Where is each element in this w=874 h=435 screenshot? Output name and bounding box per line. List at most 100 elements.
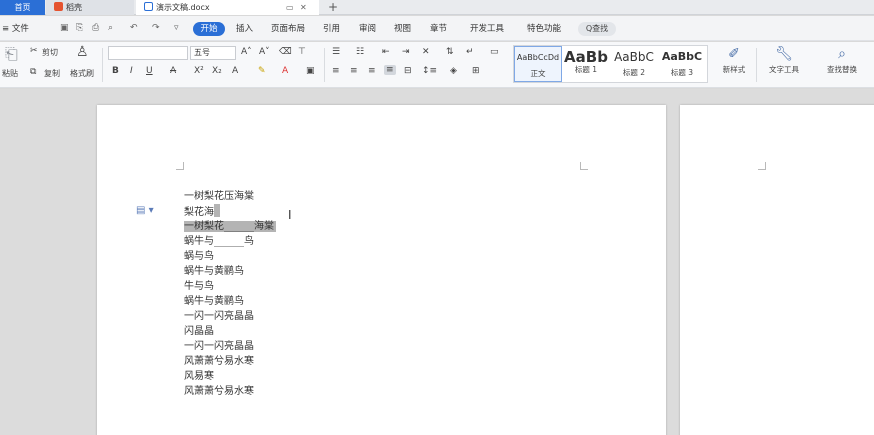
redo-icon[interactable]: ↷ — [152, 22, 160, 35]
doc-line: 蜗牛与______鸟 — [184, 236, 254, 247]
style-gallery: AaBbCcDd 正文 AaBb 标题 1 AaBbC 标题 2 AaBbC 标… — [513, 45, 708, 83]
tab-home[interactable]: 首页 — [0, 0, 45, 15]
tab-daoke[interactable]: 稻壳 — [46, 0, 134, 15]
chinese-layout-icon[interactable]: ✕ — [422, 47, 430, 57]
align-center-icon[interactable]: ≡ — [350, 66, 358, 76]
subscript-icon[interactable]: X₂ — [212, 66, 222, 76]
tab-document[interactable]: 演示文稿.docx ▭ ✕ — [136, 0, 319, 15]
font-name-select[interactable] — [108, 46, 188, 60]
text-effect-icon[interactable]: A — [232, 66, 238, 76]
undo-icon[interactable]: ↶ — [130, 22, 138, 35]
paragraph-handle-icon[interactable]: ▤ ▾ — [136, 205, 154, 216]
bold-icon[interactable]: B — [112, 66, 119, 76]
find-replace-button[interactable]: ⌕ 查找替换 — [818, 44, 866, 75]
tab-strip: 首页 稻壳 演示文稿.docx ▭ ✕ + — [0, 0, 874, 15]
style-heading-2-sample: AaBbC — [614, 50, 654, 64]
italic-icon[interactable]: I — [130, 66, 133, 76]
doc-line: 一闪一闪亮晶晶 — [184, 311, 254, 322]
justify-icon[interactable]: ≡ — [384, 65, 396, 75]
menu-review[interactable]: 审阅 — [359, 22, 376, 36]
print-icon[interactable]: ⎙ — [92, 22, 99, 35]
new-style-label: 新样式 — [722, 65, 746, 74]
show-marks-icon[interactable]: ↵ — [466, 47, 474, 57]
font-color-icon[interactable]: A — [282, 66, 288, 76]
menu-insert[interactable]: 插入 — [236, 22, 253, 36]
doc-line: 一闪一闪亮晶晶 — [184, 341, 254, 352]
margin-mark — [580, 162, 588, 170]
line-spacing-icon[interactable]: ↕≡ — [422, 66, 437, 76]
export-icon[interactable]: ⎘ — [76, 22, 83, 35]
margin-mark — [176, 162, 184, 170]
font-size-select[interactable]: 五号 — [190, 46, 236, 60]
menu-developer[interactable]: 开发工具 — [470, 22, 504, 36]
style-heading-1[interactable]: AaBb 标题 1 — [562, 46, 610, 82]
menu-view[interactable]: 视图 — [394, 22, 411, 36]
border-icon[interactable]: ⊞ — [472, 66, 480, 76]
table-tools-icon[interactable]: ▭ — [490, 47, 499, 57]
daoke-icon — [54, 2, 63, 11]
paste-button[interactable]: 粘贴 — [2, 68, 18, 79]
selected-text: 一树梨花______海棠 — [184, 221, 276, 232]
doc-line-text: 梨花海 — [184, 207, 214, 218]
doc-line: 风萧萧兮易水寒 — [184, 356, 254, 367]
strikethrough-icon[interactable]: A — [170, 66, 176, 76]
shading-icon[interactable]: ◈ — [450, 66, 457, 76]
distributed-align-icon[interactable]: ⊟ — [404, 66, 412, 76]
superscript-icon[interactable]: X² — [194, 66, 204, 76]
clear-format-icon[interactable]: ⌫ — [279, 47, 292, 57]
increase-indent-icon[interactable]: ⇥ — [402, 47, 410, 57]
margin-mark — [758, 162, 766, 170]
search-pill[interactable]: Q查找 — [578, 22, 616, 36]
menu-file[interactable]: ≡ 文件 — [2, 22, 29, 36]
find-replace-label: 查找替换 — [827, 65, 857, 74]
menu-chapter[interactable]: 章节 — [430, 22, 447, 36]
style-heading-2[interactable]: AaBbC 标题 2 — [610, 46, 658, 82]
format-painter-icon: ♙ — [76, 44, 89, 60]
next-document-page[interactable] — [680, 105, 874, 435]
close-tab-icon[interactable]: ✕ — [300, 0, 307, 15]
window-icon[interactable]: ▭ — [286, 0, 294, 15]
cut-button[interactable]: 剪切 — [42, 47, 58, 58]
new-tab-button[interactable]: + — [324, 0, 342, 15]
align-right-icon[interactable]: ≡ — [368, 66, 376, 76]
style-heading-2-label: 标题 2 — [622, 68, 646, 77]
doc-line: 闪晶晶 — [184, 326, 214, 337]
menu-features[interactable]: 特色功能 — [527, 22, 561, 36]
wrench-icon: 🔧︎ — [775, 46, 793, 62]
doc-line: 蜗与鸟 — [184, 251, 214, 262]
bullet-list-icon[interactable]: ☰ — [332, 47, 340, 57]
tab-daoke-label: 稻壳 — [66, 3, 82, 12]
number-list-icon[interactable]: ☷ — [356, 47, 364, 57]
style-normal[interactable]: AaBbCcDd 正文 — [514, 46, 562, 82]
menu-page-layout[interactable]: 页面布局 — [271, 22, 305, 36]
doc-line: 梨花海 — [184, 204, 276, 219]
char-border-icon[interactable]: ▣ — [306, 66, 315, 76]
style-heading-3[interactable]: AaBbC 标题 3 — [658, 46, 706, 82]
grow-font-icon[interactable]: A˄ — [241, 47, 252, 57]
doc-line: 牛与鸟 — [184, 281, 214, 292]
phonetic-icon[interactable]: ⊤ — [298, 47, 306, 57]
menu-start[interactable]: 开始 — [193, 22, 225, 36]
quick-access-dropdown-icon[interactable]: ▿ — [174, 22, 179, 35]
document-page[interactable] — [97, 105, 666, 435]
document-workarea: ▤ ▾ 一树梨花压海棠 梨花海 一树梨花______海棠 蜗牛与______鸟 … — [0, 89, 874, 435]
align-left-icon[interactable]: ≡ — [332, 66, 340, 76]
text-tools-button[interactable]: 🔧︎ 文字工具 — [762, 44, 806, 75]
copy-button[interactable]: 复制 — [44, 68, 60, 79]
shrink-font-icon[interactable]: A˅ — [259, 47, 270, 57]
document-text[interactable]: 一树梨花压海棠 梨花海 一树梨花______海棠 蜗牛与______鸟 蜗与鸟 … — [184, 189, 276, 399]
style-normal-sample: AaBbCcDd — [516, 53, 560, 62]
paste-icon[interactable]: ⎗ — [5, 44, 18, 64]
menu-references[interactable]: 引用 — [323, 22, 340, 36]
new-style-button[interactable]: ✐ 新样式 — [712, 44, 756, 75]
ribbon-separator — [324, 48, 325, 82]
underline-icon[interactable]: U — [146, 66, 153, 76]
sort-icon[interactable]: ⇅ — [446, 47, 454, 57]
highlight-icon[interactable]: ✎ — [258, 66, 266, 76]
decrease-indent-icon[interactable]: ⇤ — [382, 47, 390, 57]
format-painter-button[interactable]: 格式刷 — [70, 68, 94, 79]
preview-icon[interactable]: ⌕ — [108, 22, 113, 35]
doc-line: 蜗牛与黄鹂鸟 — [184, 296, 244, 307]
document-icon — [144, 2, 153, 11]
save-icon[interactable]: ▣ — [60, 22, 69, 35]
